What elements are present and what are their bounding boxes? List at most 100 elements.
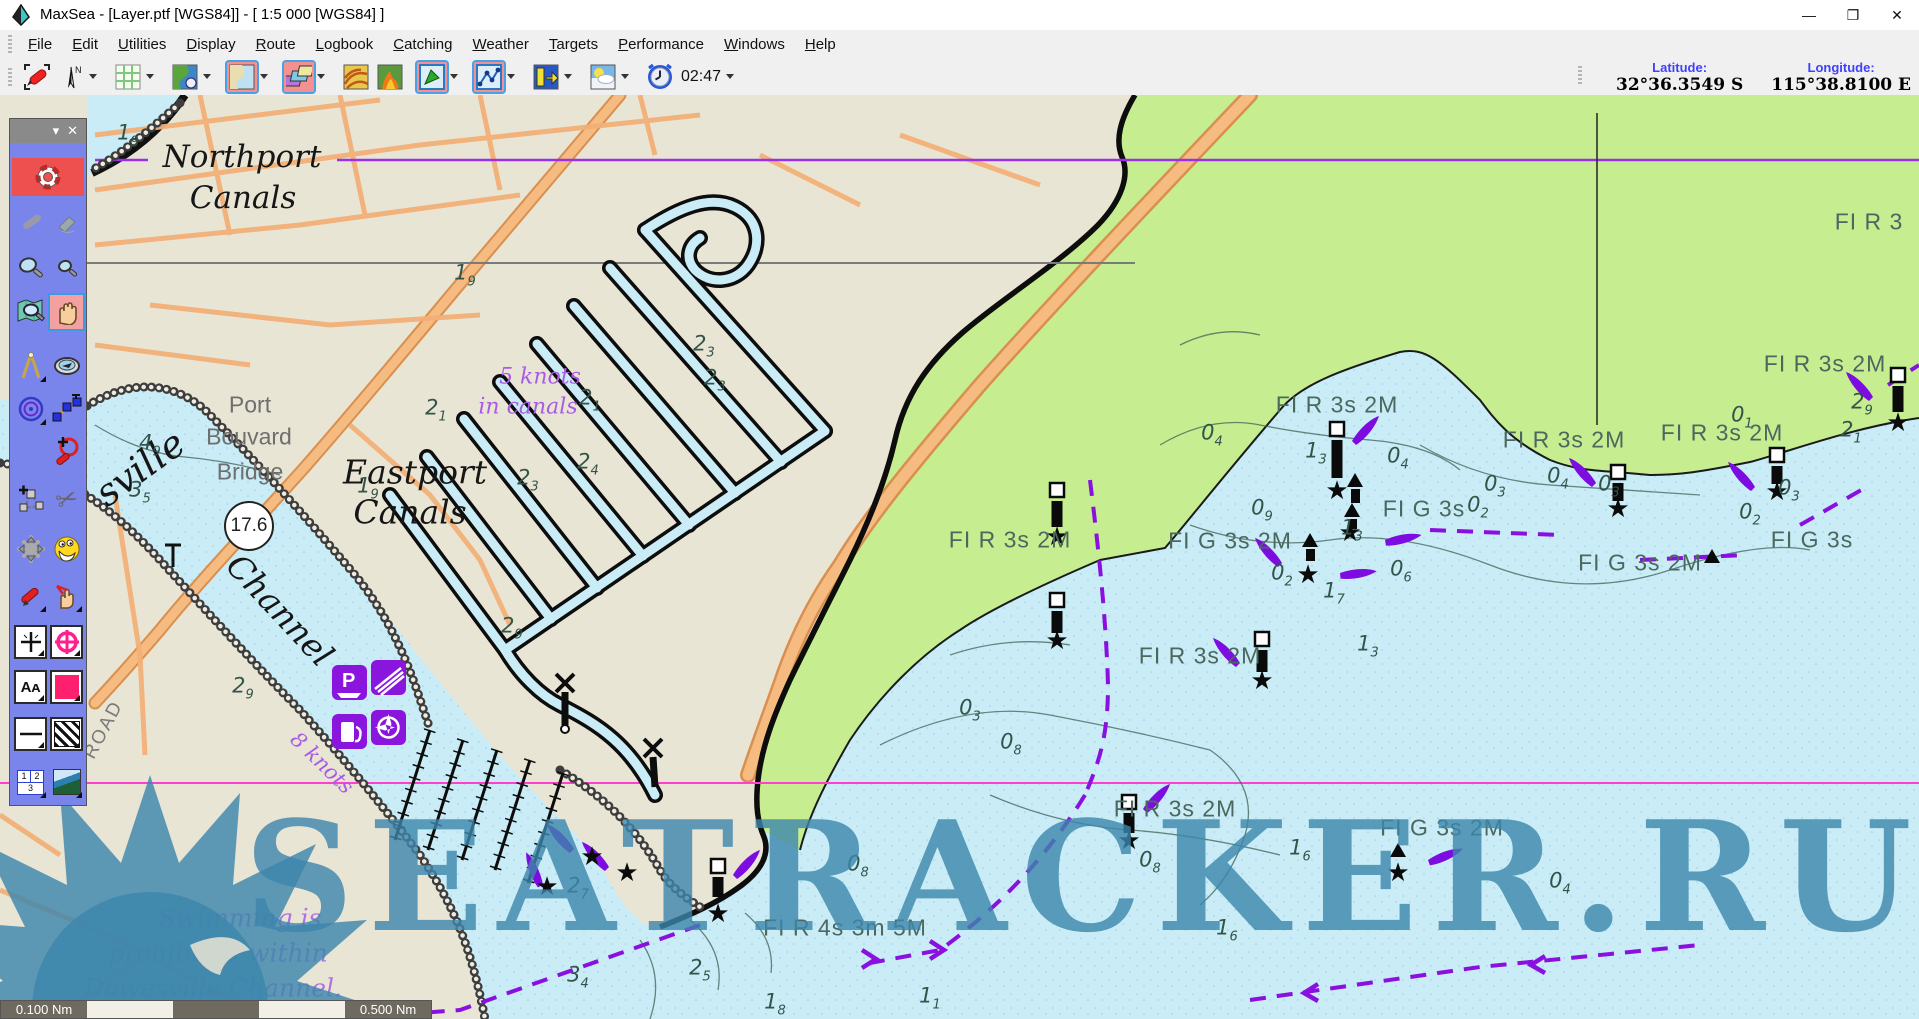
- toolbar: N: [0, 58, 1919, 96]
- line-style-button[interactable]: [14, 717, 47, 751]
- menu-windows[interactable]: Windows: [714, 32, 795, 57]
- scale-seg: [87, 1001, 173, 1018]
- minimize-button[interactable]: —: [1787, 0, 1831, 30]
- menu-targets[interactable]: Targets: [539, 32, 608, 57]
- menu-edit[interactable]: Edit: [62, 32, 108, 57]
- polyline-button[interactable]: [50, 392, 83, 426]
- menu-route[interactable]: Route: [246, 32, 306, 57]
- current-icon: [419, 64, 445, 90]
- depth-sounding: 02: [1467, 493, 1489, 522]
- chart-canvas[interactable]: ★ ★ ★ ★ ★ ★ ★ ★ ★ ★ ★ ★: [0, 95, 1919, 1019]
- nav-aid-label: FI R 3s 2M: [1139, 643, 1261, 670]
- hatch-fill-button[interactable]: [50, 717, 83, 751]
- draw-pencil-button[interactable]: [14, 579, 47, 613]
- chart-layers-dropdown[interactable]: [314, 62, 327, 92]
- zoom-area-button[interactable]: [50, 435, 83, 469]
- depth-sounding: 24: [577, 450, 599, 479]
- chart-layers-icon: [286, 64, 312, 90]
- menu-utilities[interactable]: Utilities: [108, 32, 176, 57]
- zoom-out-button[interactable]: [50, 252, 83, 286]
- sst-layer-button[interactable]: [375, 62, 405, 92]
- scissors-button[interactable]: ✂: [50, 482, 83, 516]
- menu-logbook[interactable]: Logbook: [306, 32, 384, 57]
- clock-dropdown[interactable]: [723, 62, 736, 92]
- tide-gauge-dropdown[interactable]: [561, 62, 574, 92]
- scissors-icon: ✂: [51, 481, 82, 518]
- palette-menu-arrow[interactable]: ▾: [53, 123, 60, 139]
- raster-chart-dropdown[interactable]: [257, 62, 270, 92]
- maximize-button[interactable]: ❐: [1831, 0, 1875, 30]
- svg-text:★: ★: [1886, 407, 1909, 437]
- menu-file[interactable]: File: [18, 32, 62, 57]
- north-orientation-dropdown[interactable]: [86, 62, 99, 92]
- help-lifebuoy-button[interactable]: [12, 158, 84, 196]
- current-vectors-dropdown[interactable]: [447, 62, 460, 92]
- range-rings-button[interactable]: [14, 392, 47, 426]
- nav-aid-label: FI G 3s: [1771, 527, 1853, 554]
- palette-close-icon[interactable]: ✕: [67, 123, 78, 139]
- target-style-button[interactable]: [50, 625, 83, 659]
- weather-layer-button[interactable]: [588, 62, 618, 92]
- pen-tool-button[interactable]: [22, 62, 52, 92]
- current-vectors-button[interactable]: [417, 62, 447, 92]
- route-track-dropdown[interactable]: [504, 62, 517, 92]
- zoom-in-button[interactable]: [14, 252, 47, 286]
- vector-chart-button[interactable]: [170, 62, 200, 92]
- maxsea-window: MaxSea - [Layer.ptf [WGS84]] - [ 1:5 000…: [0, 0, 1919, 1019]
- sst-icon: [377, 64, 403, 90]
- menu-catching[interactable]: Catching: [383, 32, 462, 57]
- chart-layers-button[interactable]: [284, 62, 314, 92]
- route-track-button[interactable]: [474, 62, 504, 92]
- depth-sounding: 29: [501, 614, 523, 643]
- tool-palette: ▾ ✕: [9, 118, 87, 806]
- close-button[interactable]: ✕: [1875, 0, 1919, 30]
- latitude-value: 32°36.3549 S: [1616, 75, 1743, 95]
- bearing-compass-button[interactable]: [50, 349, 83, 383]
- image-insert-button[interactable]: [50, 765, 83, 799]
- nav-aid-label: FI R 3s 2M: [1764, 351, 1886, 378]
- numbers-style-button[interactable]: 123: [14, 765, 47, 799]
- menu-display[interactable]: Display: [176, 32, 245, 57]
- pan-hand-button[interactable]: [50, 295, 83, 329]
- clock-button[interactable]: [645, 62, 675, 92]
- nav-aid-label: FI G 3s: [1383, 496, 1465, 523]
- polygon-add-button[interactable]: [14, 482, 47, 516]
- chart-browse-button[interactable]: [14, 295, 47, 329]
- depth-sounding: 13: [1305, 439, 1327, 468]
- palette-title-bar[interactable]: ▾ ✕: [10, 119, 86, 143]
- grid-button[interactable]: [113, 62, 143, 92]
- grid-icon: [115, 64, 141, 90]
- smiley-mark-button[interactable]: [50, 532, 83, 566]
- select-hand-button[interactable]: [50, 579, 83, 613]
- move-object-button[interactable]: [14, 532, 47, 566]
- tide-gauge-button[interactable]: [531, 62, 561, 92]
- scale-seg: 0.500 Nm: [345, 1001, 431, 1018]
- north-orientation-button[interactable]: N: [56, 62, 86, 92]
- menu-bar: FileEditUtilitiesDisplayRouteLogbookCatc…: [0, 30, 1919, 58]
- scale-bar: 0.100 Nm 0.500 Nm: [0, 1000, 432, 1019]
- crosshair-style-button[interactable]: [14, 625, 47, 659]
- speed-note2: in canals: [478, 395, 577, 420]
- text-style-button[interactable]: Aᴀ: [14, 670, 47, 704]
- menu-help[interactable]: Help: [795, 32, 846, 57]
- svg-text:★: ★: [1250, 665, 1273, 695]
- depth-sounding: 08: [1000, 730, 1022, 759]
- depth-sounding: 29: [1851, 390, 1873, 419]
- menu-weather[interactable]: Weather: [462, 32, 538, 57]
- raster-chart-button[interactable]: [227, 62, 257, 92]
- svg-text:★: ★: [1325, 475, 1348, 505]
- grid-dropdown[interactable]: [143, 62, 156, 92]
- app-icon: [10, 4, 32, 26]
- vector-chart-dropdown[interactable]: [200, 62, 213, 92]
- nav-aid-label: FI R 3s 2M: [1503, 427, 1625, 454]
- dividers-button[interactable]: [14, 349, 47, 383]
- north-arrow-icon: N: [58, 64, 84, 90]
- bathy-contours-button[interactable]: [341, 62, 371, 92]
- depth-sounding: 04: [1547, 464, 1569, 493]
- weather-layer-dropdown[interactable]: [618, 62, 631, 92]
- color-fill-button[interactable]: [50, 670, 83, 704]
- numbers-icon: 123: [17, 770, 44, 795]
- menu-performance[interactable]: Performance: [608, 32, 714, 57]
- longitude-value: 115°38.8100 E: [1771, 75, 1911, 95]
- depth-sounding: 04: [1201, 421, 1223, 450]
